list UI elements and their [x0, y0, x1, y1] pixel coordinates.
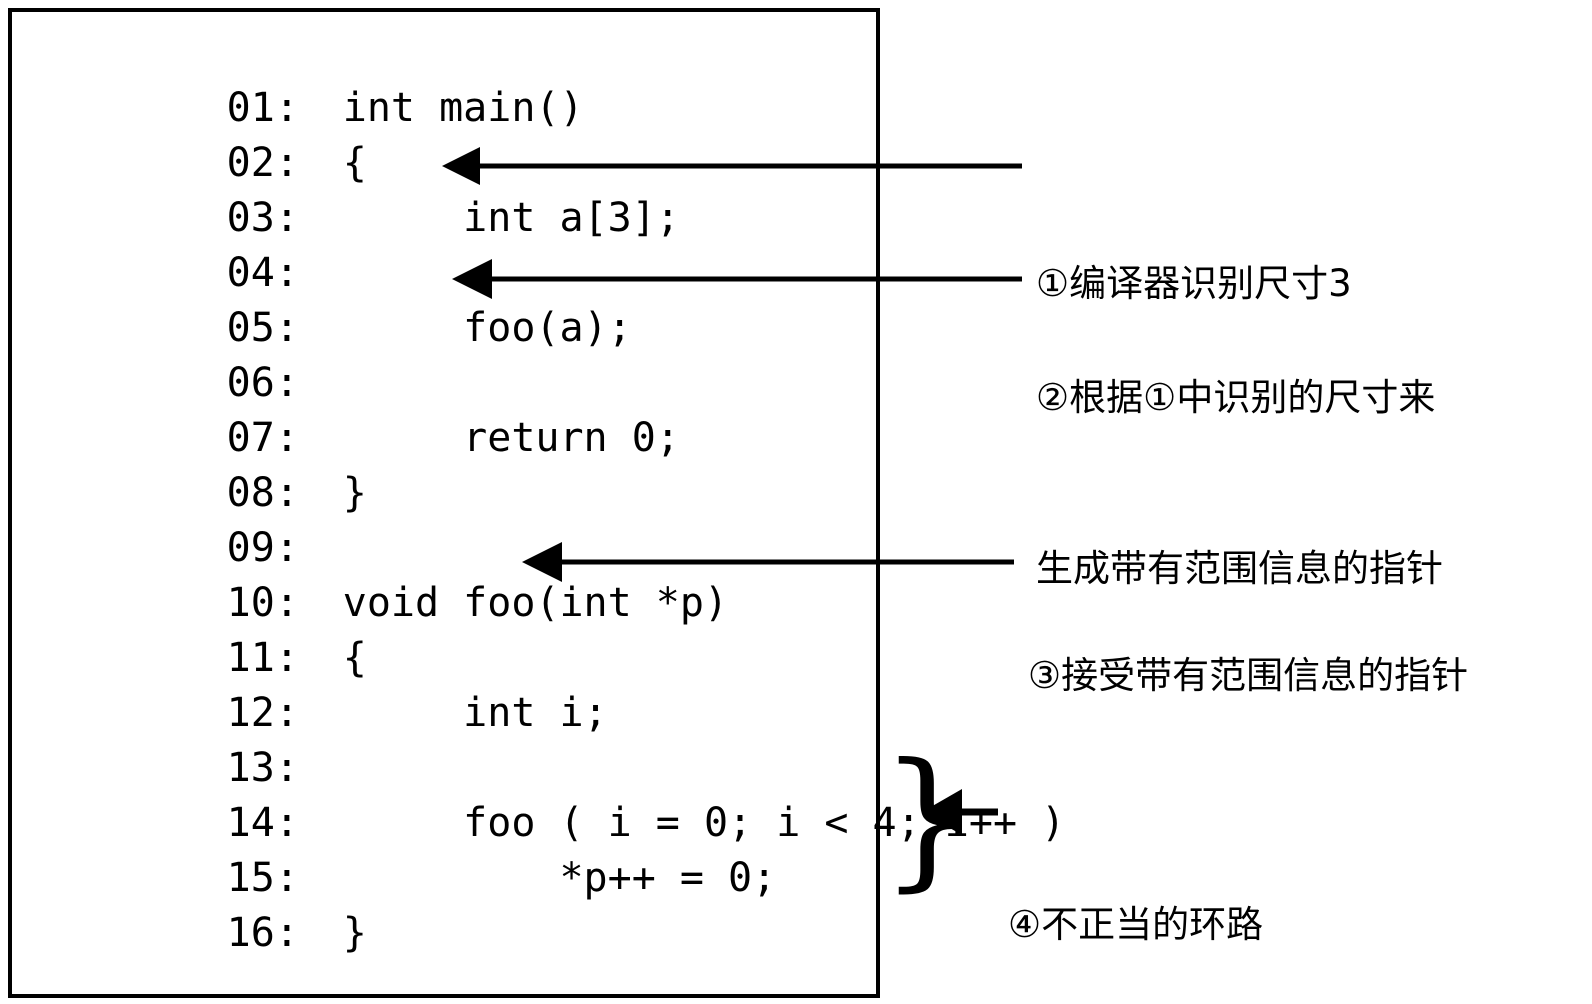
line-text: }: [318, 910, 367, 956]
code-line: 09:: [34, 466, 874, 571]
code-line: 04:: [34, 191, 874, 296]
annotation-2-line-1: ②根据①中识别的尺寸来: [1036, 376, 1436, 419]
code-line: 06:: [34, 301, 874, 406]
annotation-3: ③接受带有范围信息的指针: [1028, 533, 1468, 818]
code-line: 08: }: [34, 411, 874, 516]
code-line: 12: int i;: [34, 631, 874, 736]
code-line: 03: int a[3];: [34, 136, 874, 241]
code-line: 14: foo ( i = 0; i < 4; i++ ): [34, 741, 1066, 846]
curly-brace-icon: }: [880, 744, 975, 894]
code-line: 15: *p++ = 0;: [34, 796, 874, 901]
code-listing-box: 01: int main() 02: { 03: int a[3]; 04: 0…: [8, 8, 1066, 998]
code-line: 13:: [34, 686, 874, 791]
brace-glyph: }: [880, 732, 976, 906]
annotation-4: ④不正当的环路: [1008, 782, 1263, 1004]
code-line: 10: void foo(int *p): [34, 521, 874, 626]
annotation-4-line-1: ④不正当的环路: [1008, 903, 1264, 946]
figure-canvas: 01: int main() 02: { 03: int a[3]; 04: 0…: [0, 0, 1592, 1004]
code-line: 11: {: [34, 576, 874, 681]
code-line: 07: return 0;: [34, 356, 874, 461]
line-number: 16:: [226, 910, 299, 956]
code-lines: 01: int main() 02: { 03: int a[3]; 04: 0…: [34, 26, 1066, 956]
code-line: 05: foo(a);: [34, 246, 874, 351]
code-line: 02: {: [34, 81, 874, 186]
annotation-3-line-1: ③接受带有范围信息的指针: [1028, 654, 1469, 697]
code-line: 01: int main(): [34, 26, 874, 131]
code-line: 16: }: [34, 851, 874, 956]
